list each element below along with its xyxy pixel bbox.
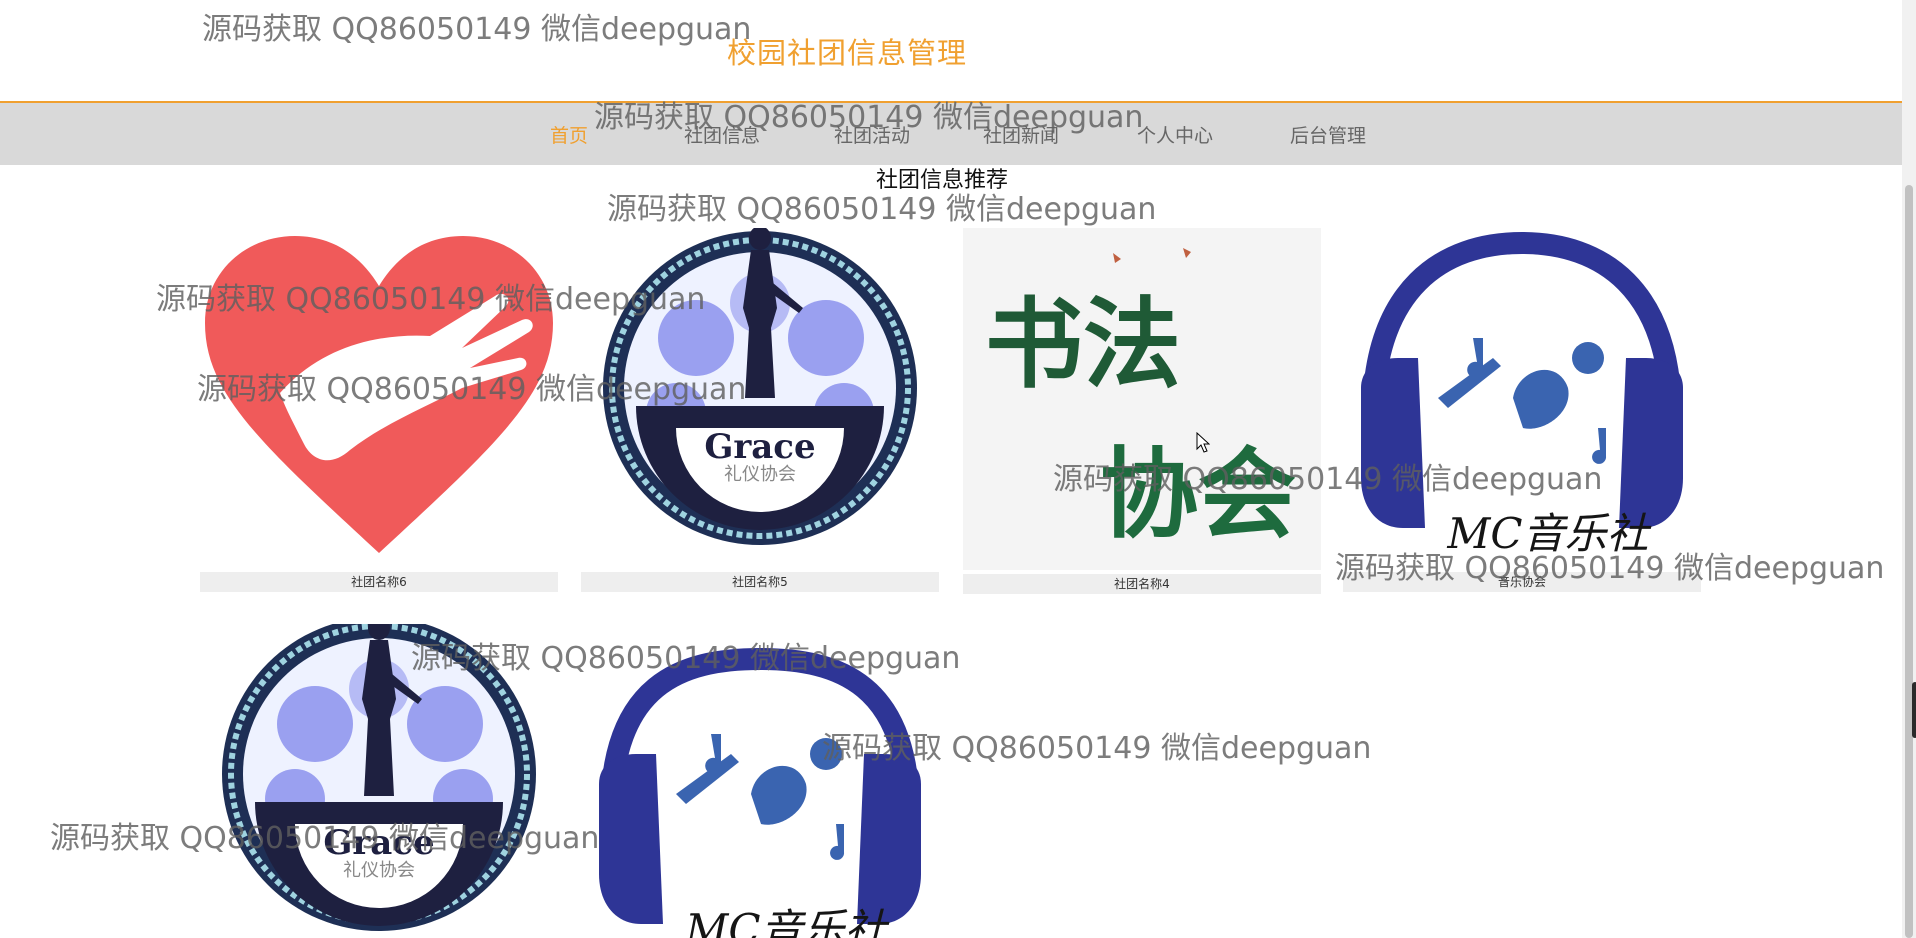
- scrollbar-thumb[interactable]: [1905, 185, 1913, 938]
- nav-item-club-activities[interactable]: 社团活动: [834, 121, 910, 148]
- calligraphy-logo: 书法 协会: [963, 228, 1321, 570]
- nav-item-club-info[interactable]: 社团信息: [684, 121, 760, 148]
- club-card[interactable]: 书法 协会 社团名称4: [963, 228, 1321, 594]
- mouse-cursor-icon: [1196, 432, 1210, 453]
- club-card-caption: 社团名称6: [200, 572, 558, 592]
- logo-text-etiquette: 礼仪协会: [724, 464, 796, 485]
- heart-hand-logo: [205, 236, 553, 553]
- club-card[interactable]: Grace 礼仪协会: [200, 624, 558, 938]
- logo-text-association: 协会: [1100, 437, 1296, 552]
- page-scrollbar[interactable]: [1902, 0, 1916, 938]
- logo-text-calligraphy: 书法: [985, 287, 1181, 402]
- club-card[interactable]: MC音乐社: [581, 624, 939, 938]
- club-card[interactable]: 社团名称6: [200, 228, 558, 592]
- logo-text-grace: Grace: [704, 427, 815, 467]
- etiquette-logo: Grace 礼仪协会: [603, 228, 917, 545]
- nav-item-admin[interactable]: 后台管理: [1290, 121, 1366, 148]
- headphones-logo: MC音乐社: [1361, 231, 1683, 558]
- nav-item-club-news[interactable]: 社团新闻: [983, 121, 1059, 148]
- club-card-caption: 音乐协会: [1343, 572, 1701, 592]
- logo-text-grace: Grace: [323, 823, 434, 863]
- site-title: 校园社团信息管理: [727, 36, 968, 70]
- club-card[interactable]: MC音乐社 音乐协会: [1343, 228, 1701, 592]
- club-card-caption: 社团名称5: [581, 572, 939, 592]
- main-nav: 首页 社团信息 社团活动 社团新闻 个人中心 后台管理: [0, 103, 1902, 165]
- etiquette-logo: Grace 礼仪协会: [222, 624, 536, 931]
- club-card[interactable]: Grace 礼仪协会 社团名称5: [581, 228, 939, 592]
- site-header: 校园社团信息管理: [0, 0, 1902, 103]
- section-title: 社团信息推荐: [876, 168, 1009, 193]
- headphones-logo: MC音乐社: [599, 647, 921, 938]
- nav-item-personal-center[interactable]: 个人中心: [1137, 121, 1213, 148]
- logo-text-music: MC音乐社: [684, 905, 889, 938]
- logo-text-music: MC音乐社: [1446, 509, 1651, 558]
- club-card-caption: 社团名称4: [963, 574, 1321, 594]
- scrollbar-grip[interactable]: [1912, 682, 1916, 738]
- logo-text-etiquette: 礼仪协会: [343, 860, 415, 881]
- nav-item-home[interactable]: 首页: [550, 121, 588, 148]
